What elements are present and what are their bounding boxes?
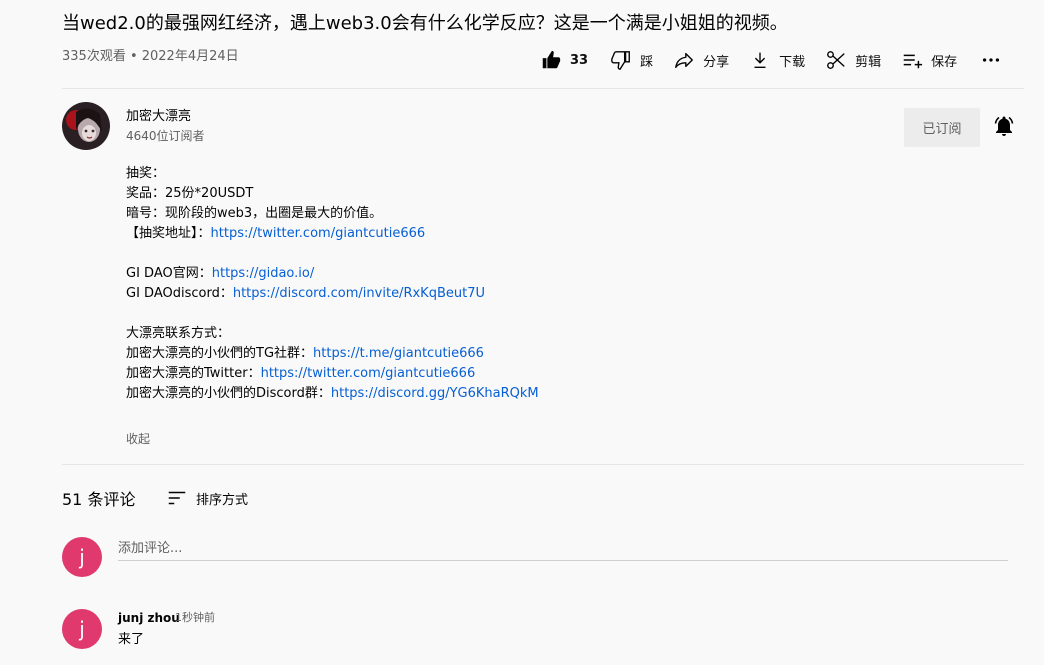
description-link[interactable]: https://t.me/giantcutie666 — [313, 346, 484, 361]
top-divider — [62, 88, 1024, 89]
description-text: 【抽奖地址】： — [126, 226, 211, 241]
like-button[interactable]: 33 — [540, 49, 588, 71]
description-link[interactable]: https://twitter.com/giantcutie666 — [211, 226, 426, 241]
dislike-label: 踩 — [640, 54, 654, 70]
video-title: 当wed2.0的最强网红经济，遇上web3.0会有什么化学反应？这是一个满是小姐… — [62, 13, 788, 34]
download-label: 下载 — [779, 54, 806, 70]
description-line: 加密大漂亮的小伙們的TG社群：https://t.me/giantcutie66… — [126, 344, 539, 364]
download-icon — [754, 52, 766, 69]
like-count: 33 — [570, 52, 589, 68]
download-button[interactable]: 下载 — [749, 49, 805, 71]
sort-icon — [168, 491, 186, 505]
share-button[interactable]: 分享 — [673, 49, 729, 71]
comments-count: 51 条评论 — [62, 490, 136, 509]
video-meta: 335次观看 • 2022年4月24日 — [62, 49, 239, 64]
current-user-avatar: j — [62, 537, 102, 577]
description-line: GI DAOdiscord：https://discord.com/invite… — [126, 284, 539, 304]
description-link[interactable]: https://discord.com/invite/RxKqBeut7U — [233, 286, 485, 301]
comment-author-avatar[interactable]: j — [62, 609, 102, 649]
action-bar: 33 踩 分享 下载 剪辑 保存 — [540, 46, 1003, 74]
video-description: 抽奖： 奖品：25份*20USDT 暗号：现阶段的web3，出圈是最大的价值。 【抽奖… — [126, 164, 539, 404]
collapse-description-button[interactable]: 收起 — [126, 430, 150, 447]
comments-divider — [62, 464, 1024, 465]
save-label: 保存 — [931, 54, 958, 70]
bell-icon — [994, 116, 1014, 136]
comment-author-name[interactable]: junj zhou — [118, 610, 180, 626]
description-link[interactable]: https://twitter.com/giantcutie666 — [261, 366, 476, 381]
share-label: 分享 — [703, 54, 730, 70]
description-text: 抽奖： — [126, 166, 166, 181]
description-line — [126, 304, 539, 324]
description-text: 大漂亮联系方式： — [126, 326, 231, 341]
description-link[interactable]: https://discord.gg/YG6KhaRQkM — [331, 386, 539, 401]
notification-bell-button[interactable] — [992, 114, 1016, 138]
channel-name[interactable]: 加密大漂亮 — [126, 108, 191, 126]
subscribed-button[interactable]: 已订阅 — [904, 108, 980, 147]
save-button[interactable]: 保存 — [901, 49, 957, 71]
description-text: GI DAO官网： — [126, 266, 212, 281]
more-horizontal-icon — [983, 58, 1000, 62]
dislike-button[interactable]: 踩 — [610, 49, 653, 71]
description-text: 加密大漂亮的小伙們的TG社群： — [126, 346, 314, 361]
description-text: 暗号：现阶段的web3，出圈是最大的价值。 — [126, 206, 383, 221]
comment-timestamp[interactable]: 1秒钟前 — [175, 610, 215, 626]
thumbs-down-icon — [611, 51, 631, 70]
description-link[interactable]: https://gidao.io/ — [212, 266, 314, 281]
description-text: 加密大漂亮的Twitter： — [126, 366, 261, 381]
channel-avatar[interactable] — [62, 102, 110, 150]
description-text: 加密大漂亮的小伙們的Discord群： — [126, 386, 331, 401]
description-text: GI DAOdiscord： — [126, 286, 233, 301]
sort-label: 排序方式 — [196, 492, 249, 508]
description-line: 加密大漂亮的小伙們的Discord群：https://discord.gg/YG… — [126, 384, 539, 404]
playlist-add-icon — [903, 54, 923, 69]
description-line: 【抽奖地址】：https://twitter.com/giantcutie666 — [126, 224, 539, 244]
scissors-icon — [827, 51, 845, 69]
description-line: 加密大漂亮的Twitter：https://twitter.com/giantc… — [126, 364, 539, 384]
description-line: 抽奖： — [126, 164, 539, 184]
description-text: 奖品：25份*20USDT — [126, 186, 254, 201]
more-actions-button[interactable] — [979, 48, 1003, 72]
description-line — [126, 244, 539, 264]
channel-avatar-image — [62, 102, 110, 150]
description-line: 暗号：现阶段的web3，出圈是最大的价值。 — [126, 204, 539, 224]
add-comment-input[interactable] — [118, 537, 1008, 561]
subscriber-count: 4640位订阅者 — [126, 129, 205, 143]
sort-comments-button[interactable]: 排序方式 — [166, 487, 248, 509]
description-line: 大漂亮联系方式： — [126, 324, 539, 344]
clip-button[interactable]: 剪辑 — [825, 49, 881, 71]
thumbs-up-icon — [542, 50, 561, 69]
description-line: 奖品：25份*20USDT — [126, 184, 539, 204]
description-line: GI DAO官网：https://gidao.io/ — [126, 264, 539, 284]
comment-text: 来了 — [118, 632, 145, 647]
share-icon — [675, 52, 694, 69]
clip-label: 剪辑 — [855, 54, 882, 70]
